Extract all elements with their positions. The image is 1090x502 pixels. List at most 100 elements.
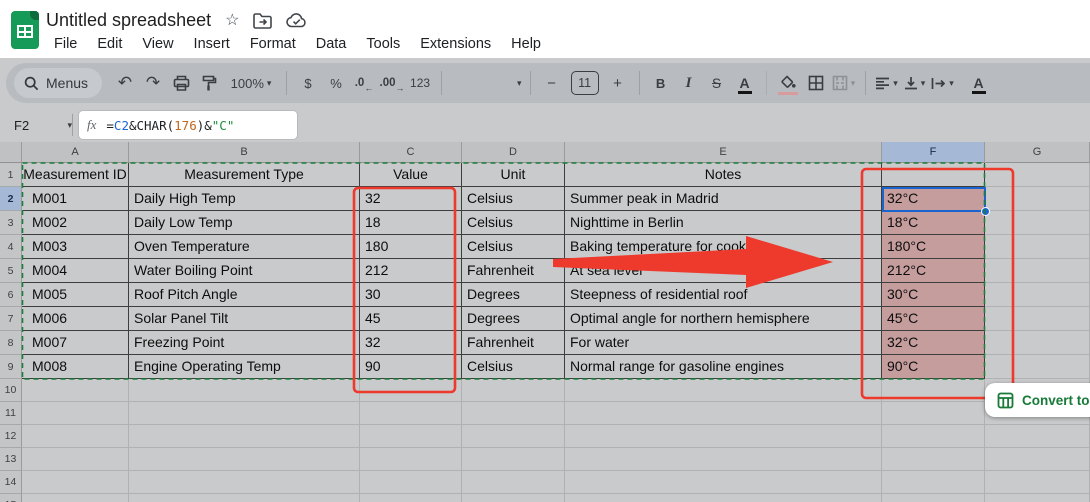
cell-C11[interactable]	[360, 402, 462, 425]
borders-button[interactable]	[803, 69, 829, 97]
cell-F2[interactable]: 32°C	[882, 187, 985, 211]
cell-C13[interactable]	[360, 448, 462, 471]
cell-D5[interactable]: Fahrenheit	[462, 259, 565, 283]
cell-E13[interactable]	[565, 448, 882, 471]
increase-font-size-button[interactable]: +	[605, 69, 631, 97]
row-header-1[interactable]: 1	[0, 163, 22, 187]
select-all-corner[interactable]	[0, 142, 22, 163]
cell-D8[interactable]: Fahrenheit	[462, 331, 565, 355]
print-button[interactable]	[168, 69, 194, 97]
cell-A2[interactable]: M001	[22, 187, 129, 211]
cell-F12[interactable]	[882, 425, 985, 448]
cell-D14[interactable]	[462, 471, 565, 494]
row-header-12[interactable]: 12	[0, 425, 22, 448]
cell-E12[interactable]	[565, 425, 882, 448]
cell-C12[interactable]	[360, 425, 462, 448]
cell-E6[interactable]: Steepness of residential roof	[565, 283, 882, 307]
cell-G1[interactable]	[985, 163, 1090, 187]
bold-button[interactable]: B	[648, 69, 674, 97]
cell-E8[interactable]: For water	[565, 331, 882, 355]
cell-B12[interactable]	[129, 425, 360, 448]
vertical-align-button[interactable]: ▾	[902, 69, 928, 97]
cell-F15[interactable]	[882, 494, 985, 502]
horizontal-align-button[interactable]: ▾	[874, 69, 900, 97]
star-icon[interactable]: ☆	[225, 13, 239, 29]
convert-to-table-chip[interactable]: Convert to	[985, 383, 1090, 417]
cell-C8[interactable]: 32	[360, 331, 462, 355]
menu-insert[interactable]: Insert	[184, 34, 240, 54]
cell-D10[interactable]	[462, 379, 565, 402]
cell-A12[interactable]	[22, 425, 129, 448]
cell-B9[interactable]: Engine Operating Temp	[129, 355, 360, 379]
cell-E7[interactable]: Optimal angle for northern hemisphere	[565, 307, 882, 331]
zoom-select[interactable]: 100% ▾	[224, 69, 278, 97]
cell-G9[interactable]	[985, 355, 1090, 379]
cloud-saved-icon[interactable]	[286, 13, 307, 28]
cell-D9[interactable]: Celsius	[462, 355, 565, 379]
row-header-7[interactable]: 7	[0, 307, 22, 331]
cell-B13[interactable]	[129, 448, 360, 471]
row-header-8[interactable]: 8	[0, 331, 22, 355]
cell-A13[interactable]	[22, 448, 129, 471]
row-header-9[interactable]: 9	[0, 355, 22, 379]
document-title[interactable]: Untitled spreadsheet	[46, 10, 211, 31]
column-header-E[interactable]: E	[565, 142, 882, 163]
menu-help[interactable]: Help	[501, 34, 551, 54]
cell-B7[interactable]: Solar Panel Tilt	[129, 307, 360, 331]
merge-cells-button[interactable]: ▾	[831, 69, 857, 97]
spreadsheet-grid[interactable]: ABCDEFG123456789101112131415Measurement …	[0, 142, 1090, 502]
name-box[interactable]: F2 ▾	[0, 118, 72, 133]
cell-G3[interactable]	[985, 211, 1090, 235]
cell-A14[interactable]	[22, 471, 129, 494]
cell-F6[interactable]: 30°C	[882, 283, 985, 307]
cell-E1[interactable]: Notes	[565, 163, 882, 187]
italic-button[interactable]: I	[676, 69, 702, 97]
cell-G13[interactable]	[985, 448, 1090, 471]
cell-F8[interactable]: 32°C	[882, 331, 985, 355]
paint-format-button[interactable]	[196, 69, 222, 97]
row-header-15[interactable]: 15	[0, 494, 22, 502]
fill-color-button[interactable]	[775, 69, 801, 97]
cell-E11[interactable]	[565, 402, 882, 425]
row-header-5[interactable]: 5	[0, 259, 22, 283]
cell-A4[interactable]: M003	[22, 235, 129, 259]
cell-A10[interactable]	[22, 379, 129, 402]
undo-button[interactable]: ↶	[112, 69, 138, 97]
font-family-chevron-icon[interactable]: ▾	[517, 78, 522, 89]
decrease-decimal-button[interactable]: .0←	[351, 69, 377, 97]
cell-A15[interactable]	[22, 494, 129, 502]
row-header-6[interactable]: 6	[0, 283, 22, 307]
cell-C14[interactable]	[360, 471, 462, 494]
column-header-B[interactable]: B	[129, 142, 360, 163]
cell-C10[interactable]	[360, 379, 462, 402]
cell-A11[interactable]	[22, 402, 129, 425]
cell-A3[interactable]: M002	[22, 211, 129, 235]
cell-C9[interactable]: 90	[360, 355, 462, 379]
column-header-G[interactable]: G	[985, 142, 1090, 163]
increase-decimal-button[interactable]: .00→	[379, 69, 405, 97]
column-header-F[interactable]: F	[882, 142, 985, 163]
row-header-14[interactable]: 14	[0, 471, 22, 494]
cell-C2[interactable]: 32	[360, 187, 462, 211]
cell-G12[interactable]	[985, 425, 1090, 448]
cell-C3[interactable]: 18	[360, 211, 462, 235]
cell-B5[interactable]: Water Boiling Point	[129, 259, 360, 283]
cell-E9[interactable]: Normal range for gasoline engines	[565, 355, 882, 379]
text-color-button[interactable]: A	[732, 69, 758, 97]
cell-D15[interactable]	[462, 494, 565, 502]
menu-file[interactable]: File	[44, 34, 87, 54]
cell-D1[interactable]: Unit	[462, 163, 565, 187]
cell-F9[interactable]: 90°C	[882, 355, 985, 379]
cell-C4[interactable]: 180	[360, 235, 462, 259]
text-rotation-button[interactable]: A	[966, 69, 992, 97]
cell-G15[interactable]	[985, 494, 1090, 502]
menu-edit[interactable]: Edit	[87, 34, 132, 54]
redo-button[interactable]: ↷	[140, 69, 166, 97]
cell-F7[interactable]: 45°C	[882, 307, 985, 331]
strikethrough-button[interactable]: S	[704, 69, 730, 97]
menu-extensions[interactable]: Extensions	[410, 34, 501, 54]
cell-C6[interactable]: 30	[360, 283, 462, 307]
cell-A6[interactable]: M005	[22, 283, 129, 307]
cell-D2[interactable]: Celsius	[462, 187, 565, 211]
cell-F10[interactable]	[882, 379, 985, 402]
